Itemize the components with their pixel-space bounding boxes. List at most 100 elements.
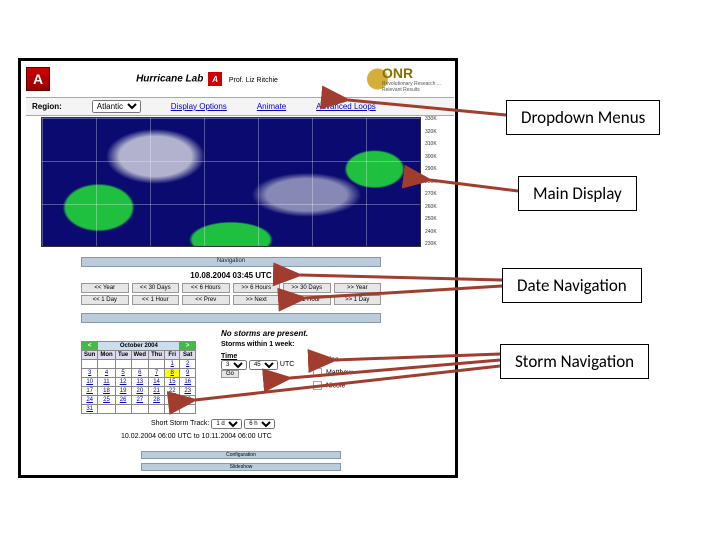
cal-day-cell [115,360,131,369]
date-nav-button[interactable]: >> Year [334,283,382,293]
cal-day-cell[interactable]: 9 [180,369,196,378]
cal-day-cell[interactable]: 6 [131,369,149,378]
date-nav-button[interactable]: << 1 Hour [132,295,180,305]
date-nav-button[interactable]: >> 30 Days [283,283,331,293]
go-button[interactable]: Go [221,370,239,378]
storm-checkbox[interactable] [313,381,322,390]
date-nav-button[interactable]: >> 6 Hours [233,283,281,293]
title-text: Hurricane Lab [136,74,203,85]
date-nav-button[interactable]: >> 1 Day [334,295,382,305]
colorbar-tick: 260K [425,205,459,210]
current-timestamp: 10.08.2004 03:45 UTC [81,271,381,280]
cal-day-cell[interactable]: 18 [98,387,115,396]
colorbar: 330K320K310K300K290K280K270K260K250K240K… [425,117,459,247]
cal-day-header: Sun [82,351,98,360]
cal-day-header: Fri [165,351,180,360]
colorbar-tick: 240K [425,230,459,235]
cal-day-header: Mon [98,351,115,360]
cal-day-cell[interactable]: 30 [180,396,196,405]
calendar[interactable]: <October 2004>SunMonTueWedThuFriSat12345… [81,341,196,414]
onr-subtext: Revolutionary Research ... Relevant Resu… [382,81,454,93]
cal-day-cell[interactable]: 1 [165,360,180,369]
display-options-link[interactable]: Display Options [171,102,227,111]
tz-label: UTC [280,361,294,368]
storm-checkbox[interactable] [313,368,322,377]
date-nav-button[interactable]: >> 1 Hour [283,295,331,305]
cal-day-cell[interactable]: 14 [149,378,165,387]
cal-day-header: Thu [149,351,165,360]
cal-day-cell[interactable]: 21 [149,387,165,396]
ua-mini-logo: A [208,72,222,86]
time-picker: Time 3 45 UTC Go [221,353,294,378]
date-nav-button[interactable]: >> Next [233,295,281,305]
app-title: Hurricane Lab A Prof. Liz Ritchie [58,72,356,86]
cal-day-cell[interactable]: 16 [180,378,196,387]
cal-next-month[interactable]: > [180,342,196,351]
track-label: Short Storm Track: [151,420,209,427]
cal-day-cell[interactable]: 4 [98,369,115,378]
cal-day-cell [82,360,98,369]
colorbar-tick: 270K [425,192,459,197]
no-storms-message: No storms are present. [221,329,308,338]
storm-check-item[interactable]: Lisa [311,353,352,366]
cal-month-label: October 2004 [98,342,180,351]
cal-day-cell[interactable]: 23 [180,387,196,396]
cal-day-cell[interactable]: 15 [165,378,180,387]
cal-day-cell[interactable]: 5 [115,369,131,378]
annotation-date-navigation: Date Navigation [502,268,642,303]
cal-day-cell[interactable]: 20 [131,387,149,396]
cal-day-cell[interactable]: 27 [131,396,149,405]
storms-within-label: Storms within 1 week: [221,341,295,348]
cal-day-cell[interactable]: 10 [82,378,98,387]
prof-name: Prof. Liz Ritchie [229,77,278,84]
cal-day-header: Sat [180,351,196,360]
hour-select[interactable]: 3 [221,360,247,370]
cal-day-cell[interactable]: 26 [115,396,131,405]
date-nav-button[interactable]: << 6 Hours [182,283,230,293]
cal-day-cell[interactable]: 11 [98,378,115,387]
annotation-dropdown-menus: Dropdown Menus [506,100,660,135]
cal-day-cell [98,405,115,414]
date-nav-button[interactable]: << 1 Day [81,295,129,305]
annotation-storm-navigation: Storm Navigation [500,344,649,379]
cal-day-cell[interactable]: 13 [131,378,149,387]
cal-day-cell [149,405,165,414]
cal-day-cell[interactable]: 17 [82,387,98,396]
cal-day-cell[interactable]: 22 [165,387,180,396]
date-nav-button[interactable]: << 30 Days [132,283,180,293]
cal-day-cell[interactable]: 12 [115,378,131,387]
storm-checkbox[interactable] [313,355,322,364]
track-hours-select[interactable]: 6 h [244,419,275,429]
annotation-main-display: Main Display [518,176,637,211]
cal-day-cell[interactable]: 25 [98,396,115,405]
colorbar-tick: 290K [425,167,459,172]
date-nav-button[interactable]: << Year [81,283,129,293]
region-select[interactable]: Atlantic [92,100,141,113]
storm-check-item[interactable]: Nicole [311,379,352,392]
cal-day-cell[interactable]: 19 [115,387,131,396]
date-nav-button[interactable]: << Prev [182,295,230,305]
colorbar-tick: 280K [425,180,459,185]
region-label: Region: [32,102,62,111]
cal-day-cell[interactable]: 7 [149,369,165,378]
cal-prev-month[interactable]: < [82,342,98,351]
short-storm-track: Short Storm Track: 1 d 6 h [151,419,275,429]
colorbar-tick: 310K [425,142,459,147]
advanced-loops-link[interactable]: Advanced Loops [316,102,376,111]
cal-day-cell[interactable]: 24 [82,396,98,405]
storm-section-divider [81,313,381,323]
cal-day-cell[interactable]: 28 [149,396,165,405]
storm-check-item[interactable]: Matthew [311,366,352,379]
cal-day-cell[interactable]: 29 [165,396,180,405]
track-days-select[interactable]: 1 d [211,419,242,429]
configuration-section-header: Configuration [141,451,341,459]
animate-link[interactable]: Animate [257,102,286,111]
date-navigation: << Year<< 30 Days<< 6 Hours>> 6 Hours>> … [81,283,381,307]
cal-day-cell [131,405,149,414]
cal-day-cell[interactable]: 31 [82,405,98,414]
cal-day-cell[interactable]: 3 [82,369,98,378]
main-display-map[interactable] [41,117,421,247]
minute-select[interactable]: 45 [249,360,278,370]
cal-day-cell[interactable]: 8 [165,369,180,378]
cal-day-cell[interactable]: 2 [180,360,196,369]
